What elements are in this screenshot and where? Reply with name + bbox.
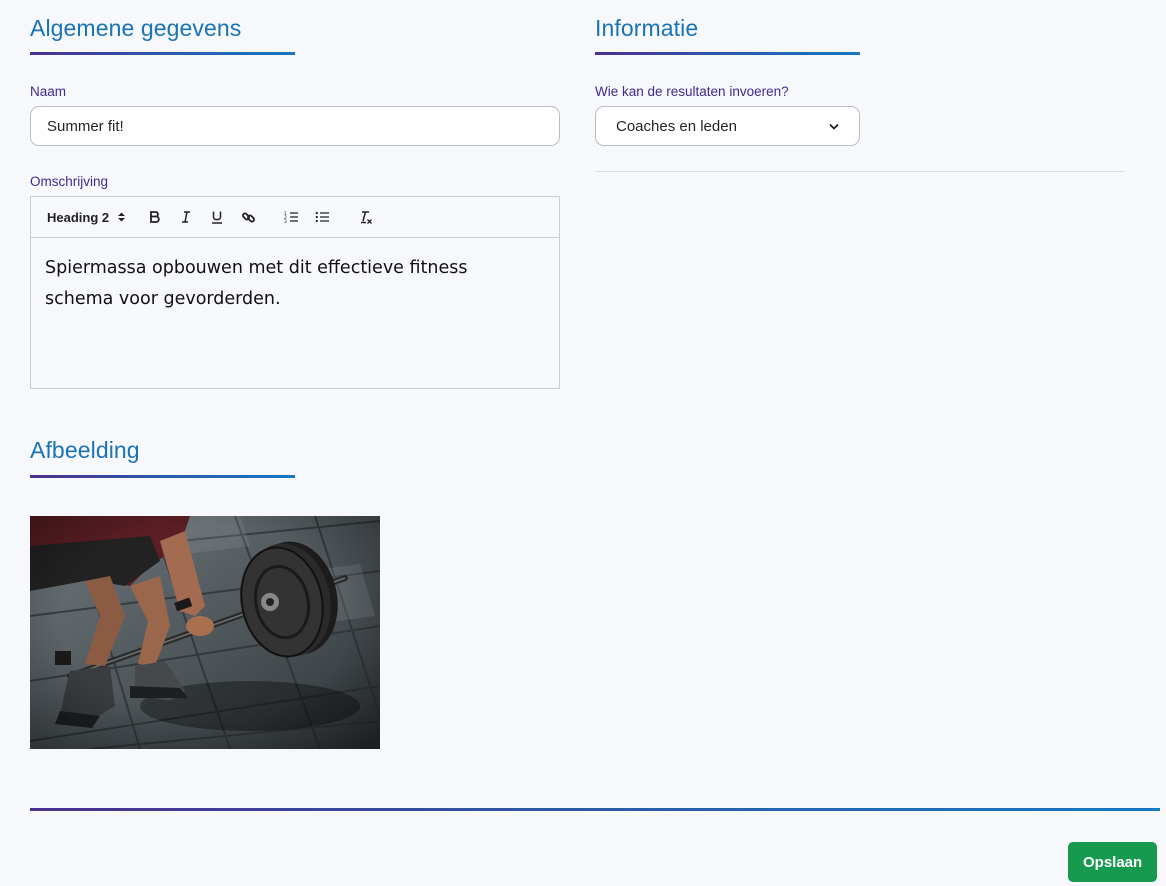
image-section-title: Afbeelding [30, 437, 140, 463]
who-select[interactable]: Coaches en leden [595, 106, 860, 146]
italic-icon[interactable] [175, 206, 197, 228]
name-input[interactable] [30, 106, 560, 146]
heading-select-label: Heading 2 [47, 209, 110, 225]
heading-select[interactable]: Heading 2 [47, 210, 126, 225]
bold-icon[interactable] [144, 206, 166, 228]
who-select-value: Coaches en leden [616, 117, 737, 135]
info-title-underline [595, 52, 860, 55]
updown-chevron-icon [118, 212, 126, 222]
description-label: Omschrijving [30, 174, 109, 189]
general-section-title: Algemene gegevens [30, 15, 242, 41]
program-image[interactable] [30, 516, 380, 749]
clear-format-icon[interactable] [354, 206, 376, 228]
description-text[interactable]: Spiermassa opbouwen met dit effectieve f… [31, 238, 511, 330]
ordered-list-icon[interactable]: 123 [280, 206, 302, 228]
who-label: Wie kan de resultaten invoeren? [595, 84, 789, 99]
image-title-underline [30, 475, 295, 478]
svg-text:3: 3 [284, 219, 287, 224]
bullet-list-icon[interactable] [311, 206, 333, 228]
info-divider [595, 171, 1125, 172]
footer-divider [30, 808, 1160, 811]
name-label: Naam [30, 84, 67, 99]
general-title-underline [30, 52, 295, 55]
underline-icon[interactable] [206, 206, 228, 228]
save-button[interactable]: Opslaan [1068, 842, 1158, 882]
deadlift-photo [30, 516, 380, 749]
link-icon[interactable] [237, 206, 259, 228]
editor-toolbar: Heading 2 123 [31, 197, 559, 238]
info-section-title: Informatie [595, 15, 699, 41]
description-editor[interactable]: Heading 2 123 Spiermassa opbouwen met di… [30, 196, 560, 389]
chevron-down-icon [829, 123, 839, 130]
